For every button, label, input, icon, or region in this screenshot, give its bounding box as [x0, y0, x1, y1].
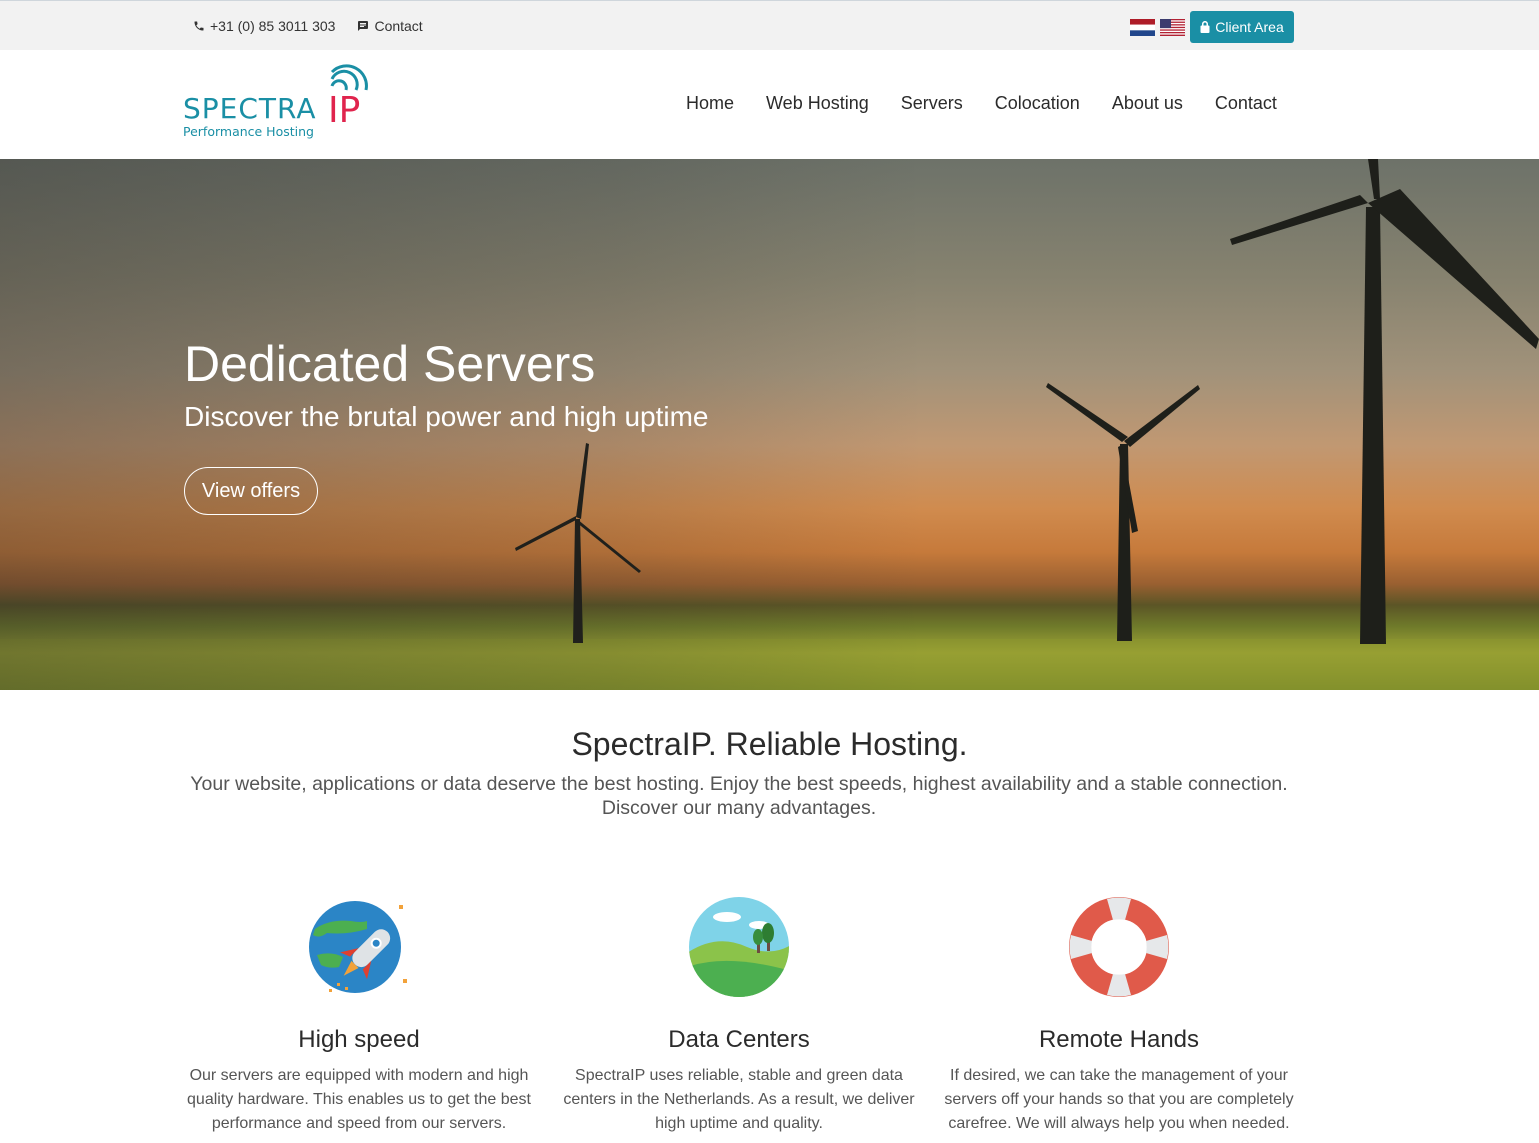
logo-tagline: Performance Hosting: [183, 124, 314, 139]
top-bar: +31 (0) 85 3011 303 Contact Client Area: [0, 0, 1539, 50]
feature-title: High speed: [298, 1026, 420, 1053]
nav-servers[interactable]: Servers: [901, 93, 963, 114]
feature-text: SpectraIP uses reliable, stable and gree…: [563, 1067, 915, 1132]
nav-home[interactable]: Home: [686, 93, 734, 114]
phone-icon: [194, 21, 204, 31]
feature-text: If desired, we can take the management o…: [944, 1067, 1294, 1132]
nav-contact[interactable]: Contact: [1215, 93, 1277, 114]
lifebuoy-icon: [1069, 897, 1169, 997]
hero-subtitle: Discover the brutal power and high uptim…: [184, 401, 709, 432]
feature-remote-hands: Remote Hands If desired, we can take the…: [934, 895, 1304, 1136]
hero-title: Dedicated Servers: [184, 336, 596, 392]
logo[interactable]: SPECTRA IP Performance Hosting: [182, 64, 382, 144]
nav-colocation[interactable]: Colocation: [995, 93, 1080, 114]
view-offers-button[interactable]: View offers: [184, 467, 318, 515]
landscape-icon: [689, 897, 789, 997]
flag-us-icon[interactable]: [1160, 18, 1185, 36]
nav-about-us[interactable]: About us: [1112, 93, 1183, 114]
flag-nl-icon[interactable]: [1130, 18, 1155, 36]
contact-info: +31 (0) 85 3011 303 Contact: [193, 18, 445, 34]
contact-link[interactable]: Contact: [357, 18, 423, 34]
logo-suffix: IP: [328, 90, 360, 131]
intro-title: SpectraIP. Reliable Hosting.: [571, 726, 968, 762]
phone-number: +31 (0) 85 3011 303: [210, 18, 336, 34]
main-header: SPECTRA IP Performance Hosting Home Web …: [0, 50, 1539, 159]
feature-title: Data Centers: [668, 1026, 810, 1053]
lock-icon: [1200, 21, 1210, 33]
client-area-button[interactable]: Client Area: [1190, 11, 1294, 43]
top-right: Client Area: [1130, 11, 1294, 43]
rocket-globe-icon: [309, 901, 407, 993]
phone-link[interactable]: +31 (0) 85 3011 303: [193, 18, 335, 34]
client-area-label: Client Area: [1215, 19, 1284, 35]
feature-title: Remote Hands: [1038, 1026, 1200, 1053]
logo-name: SPECTRA: [183, 92, 316, 125]
intro-text: Your website, applications or data deser…: [190, 773, 1288, 819]
chat-icon: [358, 21, 369, 31]
signal-icon: [330, 64, 368, 91]
feature-data-centers: Data Centers SpectraIP uses reliable, st…: [554, 895, 924, 1136]
feature-text: Our servers are equipped with modern and…: [187, 1067, 531, 1132]
hero-banner: Dedicated Servers Discover the brutal po…: [0, 159, 1539, 690]
feature-high-speed: High speed Our servers are equipped with…: [174, 895, 544, 1136]
nav-web-hosting[interactable]: Web Hosting: [766, 93, 869, 114]
contact-label: Contact: [374, 18, 423, 34]
main-nav: Home Web Hosting Servers Colocation Abou…: [670, 93, 1293, 114]
